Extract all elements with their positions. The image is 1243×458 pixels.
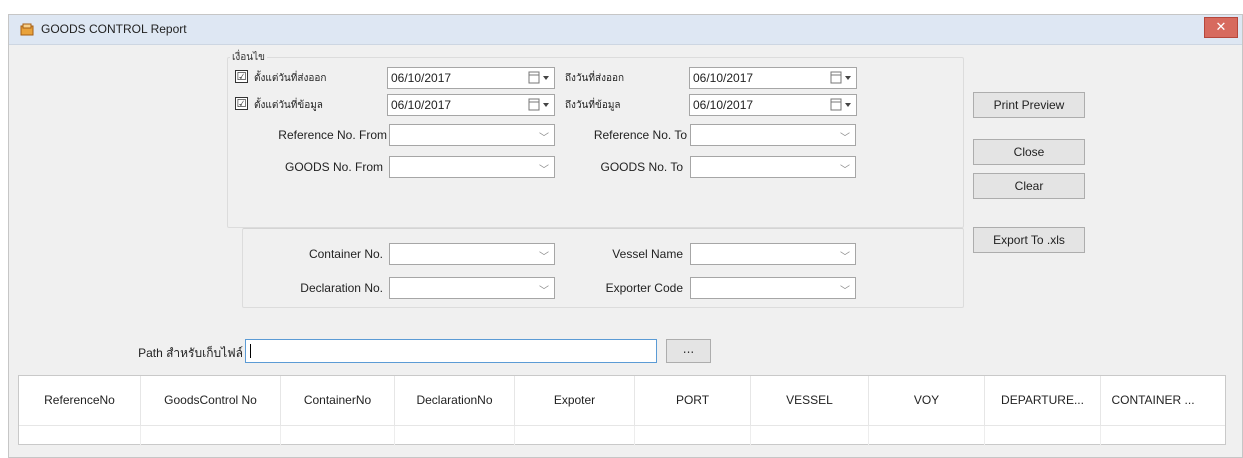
container-combo[interactable]: ﹀ (389, 243, 555, 265)
export-date-checkbox[interactable]: ☑ (235, 70, 248, 83)
column-header[interactable]: GoodsControl No (141, 376, 281, 425)
reference-from-combo[interactable]: ﹀ (389, 124, 555, 146)
calendar-icon[interactable] (829, 71, 853, 85)
goods-control-report-window: GOODS CONTROL Report ✕ เงื่อนไข ☑ ตั้งแต… (8, 14, 1243, 458)
export-date-from-value: 06/10/2017 (391, 71, 452, 85)
data-date-from-picker[interactable]: 06/10/2017 (387, 94, 555, 116)
goods-from-label: GOODS No. From (284, 160, 383, 174)
chevron-down-icon[interactable]: ﹀ (840, 248, 850, 263)
column-header[interactable]: VOY (869, 376, 985, 425)
reference-from-label: Reference No. From (278, 128, 387, 142)
column-header[interactable]: VESSEL (751, 376, 869, 425)
chevron-down-icon[interactable]: ﹀ (840, 282, 850, 297)
print-preview-button[interactable]: Print Preview (973, 92, 1085, 118)
app-icon (20, 23, 34, 36)
grid-empty-row (19, 426, 1225, 446)
chevron-down-icon[interactable]: ﹀ (840, 161, 850, 176)
chevron-down-icon[interactable]: ﹀ (539, 129, 549, 144)
chevron-down-icon[interactable]: ﹀ (539, 161, 549, 176)
declaration-combo[interactable]: ﹀ (389, 277, 555, 299)
exporter-label: Exporter Code (605, 281, 683, 295)
data-date-to-picker[interactable]: 06/10/2017 (689, 94, 857, 116)
goods-from-combo[interactable]: ﹀ (389, 156, 555, 178)
close-button[interactable]: Close (973, 139, 1085, 165)
grid-header: ReferenceNo GoodsControl No ContainerNo … (19, 376, 1225, 426)
close-window-button[interactable]: ✕ (1204, 17, 1238, 38)
path-label: Path สำหรับเก็บไฟล์ (138, 346, 243, 360)
column-header[interactable]: PORT (635, 376, 751, 425)
data-date-checkbox[interactable]: ☑ (235, 97, 248, 110)
vessel-combo[interactable]: ﹀ (690, 243, 856, 265)
data-date-from-label: ตั้งแต่วันที่ข้อมูล (254, 100, 323, 111)
export-date-from-label: ตั้งแต่วันที่ส่งออก (254, 73, 327, 84)
clear-button[interactable]: Clear (973, 173, 1085, 199)
column-header[interactable]: DeclarationNo (395, 376, 515, 425)
text-caret (250, 344, 251, 358)
reference-to-label: Reference No. To (593, 128, 687, 142)
export-xls-button[interactable]: Export To .xls (973, 227, 1085, 253)
data-date-from-value: 06/10/2017 (391, 98, 452, 112)
goods-to-combo[interactable]: ﹀ (690, 156, 856, 178)
column-header[interactable]: ContainerNo (281, 376, 395, 425)
calendar-icon[interactable] (527, 98, 551, 112)
exporter-combo[interactable]: ﹀ (690, 277, 856, 299)
column-header[interactable]: Expoter (515, 376, 635, 425)
chevron-down-icon[interactable]: ﹀ (539, 282, 549, 297)
calendar-icon[interactable] (527, 71, 551, 85)
path-input[interactable] (245, 339, 657, 363)
title-bar: GOODS CONTROL Report ✕ (9, 15, 1242, 45)
data-date-to-value: 06/10/2017 (693, 98, 754, 112)
container-label: Container No. (308, 247, 383, 261)
results-grid[interactable]: ReferenceNo GoodsControl No ContainerNo … (18, 375, 1226, 446)
close-icon: ✕ (1215, 20, 1227, 35)
filter-group-label: เงื่อนไข (230, 50, 268, 65)
goods-to-label: GOODS No. To (600, 160, 683, 174)
browse-button[interactable]: ... (666, 339, 711, 363)
export-date-to-picker[interactable]: 06/10/2017 (689, 67, 857, 89)
data-date-to-label: ถึงวันที่ข้อมูล (565, 100, 621, 111)
window-title: GOODS CONTROL Report (41, 22, 187, 36)
declaration-label: Declaration No. (300, 281, 383, 295)
reference-to-combo[interactable]: ﹀ (690, 124, 856, 146)
column-header[interactable]: CONTAINER ... (1101, 376, 1205, 425)
export-date-from-picker[interactable]: 06/10/2017 (387, 67, 555, 89)
chevron-down-icon[interactable]: ﹀ (539, 248, 549, 263)
export-date-to-value: 06/10/2017 (693, 71, 754, 85)
vessel-label: Vessel Name (612, 247, 683, 261)
calendar-icon[interactable] (829, 98, 853, 112)
column-header[interactable]: ReferenceNo (19, 376, 141, 425)
column-header[interactable]: DEPARTURE... (985, 376, 1101, 425)
chevron-down-icon[interactable]: ﹀ (840, 129, 850, 144)
export-date-to-label: ถึงวันที่ส่งออก (565, 73, 625, 84)
